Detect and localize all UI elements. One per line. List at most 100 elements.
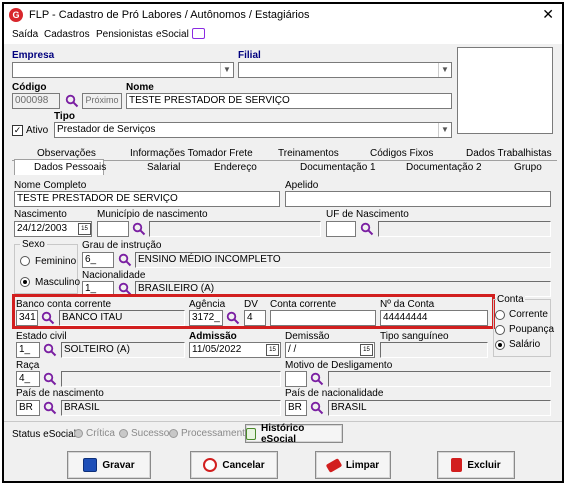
tipo-select[interactable]: Prestador de Serviços ▼ — [54, 122, 452, 138]
save-icon — [83, 458, 98, 472]
nome-label: Nome — [126, 82, 154, 93]
ativo-checkbox[interactable]: ✓ — [12, 125, 23, 136]
menu-cadastros[interactable]: Cadastros — [44, 29, 90, 40]
municipio-search-icon[interactable] — [132, 222, 146, 236]
estado-civil-desc: SOLTEIRO (A) — [61, 342, 185, 358]
tab-grupo[interactable]: Grupo — [514, 162, 542, 173]
salario-label: Salário — [509, 339, 541, 350]
tab-codigos-fixos[interactable]: Códigos Fixos — [370, 148, 433, 159]
admissao-calendar-icon[interactable]: 15 — [266, 344, 279, 356]
window-title: FLP - Cadastro de Pró Labores / Autônomo… — [29, 9, 310, 21]
estado-civil-search-icon[interactable] — [43, 343, 57, 357]
limpar-label: Limpar — [345, 459, 380, 471]
municipio-desc — [149, 221, 321, 237]
status-critica: Crítica — [74, 428, 115, 439]
pais-nascimento-search-icon[interactable] — [43, 401, 57, 415]
menu-pensionistas[interactable]: Pensionistas — [96, 29, 153, 40]
tab-documentacao-2[interactable]: Documentação 2 — [406, 162, 482, 173]
tipo-sanguineo-field[interactable] — [380, 342, 488, 358]
critica-dot-icon — [74, 428, 83, 438]
codigo-field[interactable]: 000098 — [12, 93, 60, 109]
proximo-button[interactable]: Próximo — [82, 93, 122, 109]
title-bar: G FLP - Cadastro de Pró Labores / Autôno… — [4, 4, 562, 26]
raca-code[interactable]: 4_ — [16, 371, 40, 387]
pais-nacionalidade-code[interactable]: BR — [285, 400, 307, 416]
uf-code[interactable] — [326, 221, 356, 237]
conta-group-label: Conta — [496, 294, 525, 305]
chat-icon[interactable] — [192, 28, 205, 39]
tab-dados-trabalhistas[interactable]: Dados Trabalhistas — [466, 148, 552, 159]
apelido-field[interactable] — [285, 191, 551, 207]
status-sucesso: Sucesso — [119, 428, 169, 439]
trash-icon — [451, 458, 463, 472]
poupanca-label: Poupança — [509, 324, 555, 335]
pais-nascimento-code[interactable]: BR — [16, 400, 40, 416]
estado-civil-label: Estado civil — [16, 331, 67, 342]
status-sucesso-label: Sucesso — [131, 428, 170, 439]
grau-search-icon[interactable] — [118, 253, 132, 267]
nacionalidade-label: Nacionalidade — [82, 270, 146, 281]
sexo-label: Sexo — [20, 239, 47, 250]
demissao-calendar-icon[interactable]: 15 — [360, 344, 373, 356]
codigo-label: Código — [12, 82, 47, 93]
filial-label: Filial — [238, 50, 261, 61]
tab-documentacao-1[interactable]: Documentação 1 — [300, 162, 376, 173]
pais-nacionalidade-search-icon[interactable] — [310, 401, 324, 415]
tipo-label: Tipo — [54, 111, 75, 122]
status-processamento: Processamento — [169, 428, 250, 439]
close-icon[interactable]: ✕ — [542, 6, 554, 23]
menu-saida[interactable]: Saída — [12, 29, 38, 40]
poupanca-radio[interactable] — [495, 325, 505, 335]
estado-civil-code[interactable]: 1_ — [16, 342, 40, 358]
empresa-select[interactable]: ▼ — [12, 62, 234, 78]
processamento-dot-icon — [169, 428, 178, 438]
historico-esocial-button[interactable]: Histórico eSocial — [245, 422, 343, 445]
corrente-label: Corrente — [509, 309, 548, 320]
raca-label: Raça — [16, 360, 40, 371]
nascimento-calendar-icon[interactable]: 15 — [78, 223, 91, 235]
grau-label: Grau de instrução — [82, 240, 162, 251]
nome-field[interactable]: TESTE PRESTADOR DE SERVIÇO — [126, 93, 452, 109]
cancelar-label: Cancelar — [222, 459, 265, 471]
cancelar-button[interactable]: Cancelar — [190, 451, 278, 479]
photo-box[interactable] — [457, 47, 553, 134]
document-icon — [246, 427, 256, 440]
raca-search-icon[interactable] — [43, 372, 57, 386]
limpar-button[interactable]: Limpar — [315, 451, 391, 479]
tab-dados-pessoais[interactable]: Dados Pessoais — [34, 162, 106, 173]
excluir-button[interactable]: Excluir — [437, 451, 515, 479]
filial-select[interactable]: ▼ — [238, 62, 452, 78]
salario-radio[interactable] — [495, 340, 505, 350]
menu-esocial[interactable]: eSocial — [156, 29, 189, 40]
nome-completo-field[interactable]: TESTE PRESTADOR DE SERVIÇO — [14, 191, 280, 207]
tab-observacoes[interactable]: Observações — [37, 148, 96, 159]
grau-code[interactable]: 6_ — [82, 252, 114, 268]
sucesso-dot-icon — [119, 428, 128, 438]
codigo-search-icon[interactable] — [65, 94, 79, 108]
uf-label: UF de Nascimento — [326, 209, 409, 220]
nome-completo-label: Nome Completo — [14, 180, 87, 191]
motivo-desc — [328, 371, 551, 387]
main-window: G FLP - Cadastro de Pró Labores / Autôno… — [2, 2, 564, 483]
tipo-value: Prestador de Serviços — [57, 124, 156, 135]
tab-endereco[interactable]: Endereço — [214, 162, 257, 173]
municipio-label: Município de nascimento — [97, 209, 208, 220]
motivo-code[interactable] — [285, 371, 307, 387]
eraser-icon — [325, 457, 343, 473]
uf-search-icon[interactable] — [360, 222, 374, 236]
masculino-label: Masculino — [35, 277, 81, 288]
masculino-radio[interactable] — [20, 277, 30, 287]
tab-treinamentos[interactable]: Treinamentos — [278, 148, 339, 159]
pais-nacionalidade-label: País de nacionalidade — [285, 388, 384, 399]
tab-informacoes-tomador[interactable]: Informações Tomador Frete — [130, 148, 253, 159]
feminino-radio[interactable] — [20, 256, 30, 266]
pais-nascimento-label: País de nascimento — [16, 388, 104, 399]
feminino-label: Feminino — [35, 256, 77, 267]
gravar-button[interactable]: Gravar — [67, 451, 151, 479]
status-critica-label: Crítica — [86, 428, 115, 439]
municipio-code[interactable] — [97, 221, 129, 237]
corrente-radio[interactable] — [495, 310, 505, 320]
motivo-search-icon[interactable] — [310, 372, 324, 386]
historico-label: Histórico eSocial — [260, 422, 305, 445]
tab-salarial[interactable]: Salarial — [147, 162, 180, 173]
